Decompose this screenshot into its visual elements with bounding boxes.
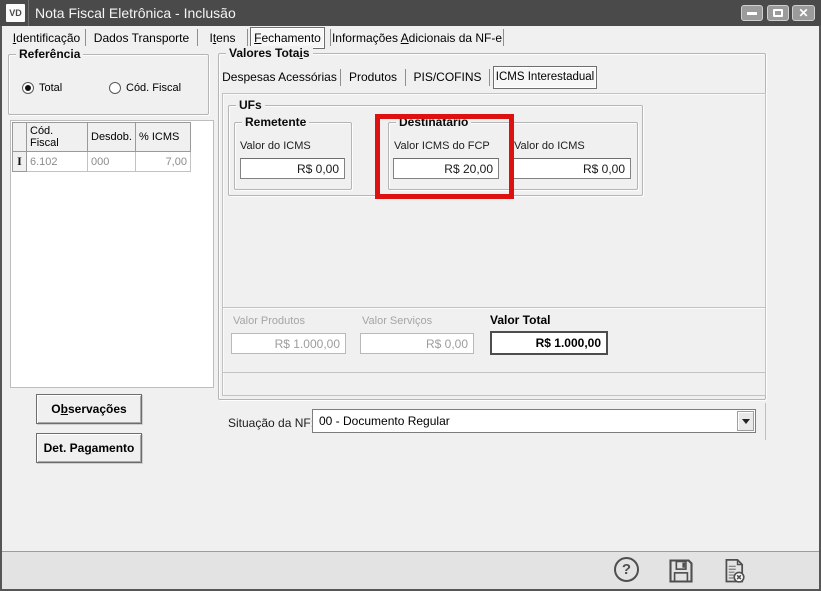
app-icon: VD xyxy=(6,4,25,22)
grid-header-cod-fiscal: Cód. Fiscal xyxy=(27,123,88,152)
title-bar: VD Nota Fiscal Eletrônica - Inclusão ✕ xyxy=(0,0,821,26)
cancel-nf-button[interactable] xyxy=(720,557,748,585)
tab-pis-cofins[interactable]: PIS/COFINS xyxy=(408,67,487,87)
det-pagamento-button[interactable]: Det. Pagamento xyxy=(36,433,142,463)
observacoes-button[interactable]: Observações xyxy=(36,394,142,424)
situacao-value: 00 - Documento Regular xyxy=(319,410,733,432)
help-button[interactable]: ? xyxy=(614,557,642,585)
grid-row[interactable]: I 6.102 000 7,00 xyxy=(13,152,191,172)
radio-total[interactable] xyxy=(22,82,34,94)
tab-despesas-acessorias[interactable]: Despesas Acessórias xyxy=(222,67,337,87)
save-button[interactable] xyxy=(667,557,695,585)
remetente-icms-field[interactable] xyxy=(240,158,345,179)
window-title: Nota Fiscal Eletrônica - Inclusão xyxy=(35,0,236,26)
fiscal-grid: Cód. Fiscal Desdob. % ICMS I 6.102 000 7… xyxy=(12,122,191,172)
situacao-dropdown-button[interactable] xyxy=(737,411,754,431)
cell-perc-icms: 7,00 xyxy=(135,152,190,172)
inner-tab-divider xyxy=(340,69,341,86)
remetente-group: Remetente xyxy=(234,122,352,190)
valor-produtos-label: Valor Produtos xyxy=(233,315,305,327)
inner-tab-divider xyxy=(489,69,490,86)
referencia-title: Referência xyxy=(16,47,83,61)
radio-cod-fiscal-label: Cód. Fiscal xyxy=(126,82,181,94)
panel-edge xyxy=(765,403,766,440)
maximize-button[interactable] xyxy=(767,5,789,21)
minimize-icon xyxy=(747,12,757,15)
valor-total-field xyxy=(490,331,608,355)
cancel-document-icon xyxy=(720,557,748,585)
cell-desdob: 000 xyxy=(88,152,136,172)
tab-identificacao[interactable]: Identificação xyxy=(8,28,85,48)
destinatario-icms-field[interactable] xyxy=(512,158,631,179)
referencia-group: Referência Total Cód. Fiscal xyxy=(8,54,209,115)
help-icon: ? xyxy=(614,557,639,582)
situacao-label: Situação da NF: xyxy=(228,416,314,430)
tab-informacoes-adicionais[interactable]: Informações Adicionais da NF-e xyxy=(331,28,503,48)
grid-header-row: Cód. Fiscal Desdob. % ICMS xyxy=(13,123,191,152)
maximize-icon xyxy=(773,9,783,17)
valor-servicos-field xyxy=(360,333,474,354)
valores-totais-title: Valores Totais xyxy=(226,46,313,60)
cell-cod-fiscal: 6.102 xyxy=(27,152,88,172)
tab-dados-transporte[interactable]: Dados Transporte xyxy=(86,28,197,48)
situacao-combobox[interactable]: 00 - Documento Regular xyxy=(312,409,756,433)
valor-total-label: Valor Total xyxy=(490,313,550,327)
ufs-title: UFs xyxy=(236,98,265,112)
fiscal-grid-area: Cód. Fiscal Desdob. % ICMS I 6.102 000 7… xyxy=(10,120,214,388)
fcp-highlight-box xyxy=(375,114,514,199)
grid-header-selector xyxy=(13,123,27,152)
remetente-title: Remetente xyxy=(242,115,309,129)
close-button[interactable]: ✕ xyxy=(792,5,815,21)
tab-produtos[interactable]: Produtos xyxy=(343,67,403,87)
valor-produtos-field xyxy=(231,333,346,354)
remetente-icms-label: Valor do ICMS xyxy=(240,140,311,152)
valor-servicos-label: Valor Serviços xyxy=(362,315,432,327)
row-selector-ibeam: I xyxy=(13,152,27,172)
close-icon: ✕ xyxy=(798,7,808,19)
grid-header-icms: % ICMS xyxy=(135,123,190,152)
grid-header-desdob: Desdob. xyxy=(88,123,136,152)
tab-divider xyxy=(503,29,504,46)
tab-divider xyxy=(247,29,248,46)
tab-itens[interactable]: Itens xyxy=(198,28,247,48)
tab-icms-interestadual[interactable]: ICMS Interestadual xyxy=(493,66,597,89)
minimize-button[interactable] xyxy=(741,5,763,21)
nfe-window: VD Nota Fiscal Eletrônica - Inclusão ✕ I… xyxy=(0,0,821,591)
icon-separator xyxy=(28,0,29,26)
chevron-down-icon xyxy=(742,419,750,424)
inner-tab-divider xyxy=(405,69,406,86)
destinatario-icms-label: Valor do ICMS xyxy=(514,140,585,152)
radio-cod-fiscal[interactable] xyxy=(109,82,121,94)
footer-bar: ? xyxy=(2,551,819,589)
save-icon xyxy=(667,557,695,585)
radio-total-label: Total xyxy=(39,82,62,94)
